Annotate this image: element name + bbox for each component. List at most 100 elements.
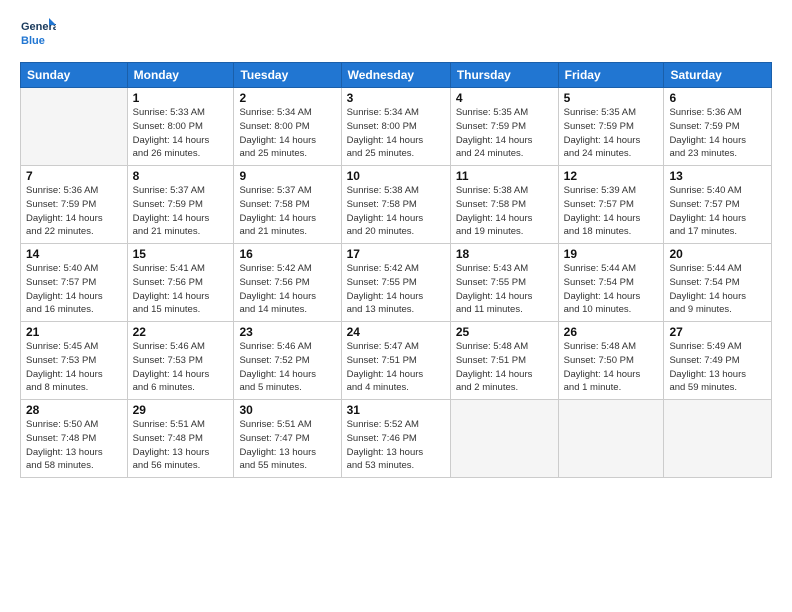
day-info: Sunrise: 5:38 AMSunset: 7:58 PMDaylight:… <box>456 184 553 239</box>
calendar-cell: 19Sunrise: 5:44 AMSunset: 7:54 PMDayligh… <box>558 244 664 322</box>
calendar-cell: 10Sunrise: 5:38 AMSunset: 7:58 PMDayligh… <box>341 166 450 244</box>
calendar-cell: 5Sunrise: 5:35 AMSunset: 7:59 PMDaylight… <box>558 88 664 166</box>
day-info: Sunrise: 5:48 AMSunset: 7:51 PMDaylight:… <box>456 340 553 395</box>
calendar-cell: 30Sunrise: 5:51 AMSunset: 7:47 PMDayligh… <box>234 400 341 478</box>
day-info: Sunrise: 5:35 AMSunset: 7:59 PMDaylight:… <box>456 106 553 161</box>
day-number: 5 <box>564 91 659 105</box>
calendar-cell: 13Sunrise: 5:40 AMSunset: 7:57 PMDayligh… <box>664 166 772 244</box>
calendar-cell <box>450 400 558 478</box>
day-number: 12 <box>564 169 659 183</box>
day-info: Sunrise: 5:40 AMSunset: 7:57 PMDaylight:… <box>669 184 766 239</box>
day-number: 25 <box>456 325 553 339</box>
day-number: 1 <box>133 91 229 105</box>
day-number: 29 <box>133 403 229 417</box>
calendar-cell: 29Sunrise: 5:51 AMSunset: 7:48 PMDayligh… <box>127 400 234 478</box>
day-info: Sunrise: 5:47 AMSunset: 7:51 PMDaylight:… <box>347 340 445 395</box>
day-number: 11 <box>456 169 553 183</box>
week-row-1: 1Sunrise: 5:33 AMSunset: 8:00 PMDaylight… <box>21 88 772 166</box>
day-info: Sunrise: 5:50 AMSunset: 7:48 PMDaylight:… <box>26 418 122 473</box>
day-number: 3 <box>347 91 445 105</box>
day-info: Sunrise: 5:39 AMSunset: 7:57 PMDaylight:… <box>564 184 659 239</box>
day-number: 4 <box>456 91 553 105</box>
calendar-cell: 16Sunrise: 5:42 AMSunset: 7:56 PMDayligh… <box>234 244 341 322</box>
day-info: Sunrise: 5:34 AMSunset: 8:00 PMDaylight:… <box>347 106 445 161</box>
calendar-cell: 11Sunrise: 5:38 AMSunset: 7:58 PMDayligh… <box>450 166 558 244</box>
day-number: 31 <box>347 403 445 417</box>
calendar-cell: 18Sunrise: 5:43 AMSunset: 7:55 PMDayligh… <box>450 244 558 322</box>
day-number: 26 <box>564 325 659 339</box>
week-row-4: 21Sunrise: 5:45 AMSunset: 7:53 PMDayligh… <box>21 322 772 400</box>
day-number: 6 <box>669 91 766 105</box>
header-wednesday: Wednesday <box>341 63 450 88</box>
day-number: 27 <box>669 325 766 339</box>
week-row-2: 7Sunrise: 5:36 AMSunset: 7:59 PMDaylight… <box>21 166 772 244</box>
day-info: Sunrise: 5:46 AMSunset: 7:52 PMDaylight:… <box>239 340 335 395</box>
calendar-cell: 7Sunrise: 5:36 AMSunset: 7:59 PMDaylight… <box>21 166 128 244</box>
calendar-header-row: SundayMondayTuesdayWednesdayThursdayFrid… <box>21 63 772 88</box>
svg-text:Blue: Blue <box>21 35 45 47</box>
day-info: Sunrise: 5:52 AMSunset: 7:46 PMDaylight:… <box>347 418 445 473</box>
day-number: 8 <box>133 169 229 183</box>
calendar-cell: 23Sunrise: 5:46 AMSunset: 7:52 PMDayligh… <box>234 322 341 400</box>
day-number: 17 <box>347 247 445 261</box>
day-info: Sunrise: 5:45 AMSunset: 7:53 PMDaylight:… <box>26 340 122 395</box>
header: General Blue <box>20 16 772 52</box>
header-friday: Friday <box>558 63 664 88</box>
day-info: Sunrise: 5:37 AMSunset: 7:59 PMDaylight:… <box>133 184 229 239</box>
day-info: Sunrise: 5:33 AMSunset: 8:00 PMDaylight:… <box>133 106 229 161</box>
day-number: 13 <box>669 169 766 183</box>
day-info: Sunrise: 5:42 AMSunset: 7:56 PMDaylight:… <box>239 262 335 317</box>
header-monday: Monday <box>127 63 234 88</box>
calendar-cell: 21Sunrise: 5:45 AMSunset: 7:53 PMDayligh… <box>21 322 128 400</box>
calendar-cell: 14Sunrise: 5:40 AMSunset: 7:57 PMDayligh… <box>21 244 128 322</box>
header-thursday: Thursday <box>450 63 558 88</box>
calendar-table: SundayMondayTuesdayWednesdayThursdayFrid… <box>20 62 772 478</box>
day-number: 19 <box>564 247 659 261</box>
calendar-cell <box>558 400 664 478</box>
day-info: Sunrise: 5:41 AMSunset: 7:56 PMDaylight:… <box>133 262 229 317</box>
day-number: 18 <box>456 247 553 261</box>
calendar-cell: 25Sunrise: 5:48 AMSunset: 7:51 PMDayligh… <box>450 322 558 400</box>
calendar-cell: 27Sunrise: 5:49 AMSunset: 7:49 PMDayligh… <box>664 322 772 400</box>
week-row-5: 28Sunrise: 5:50 AMSunset: 7:48 PMDayligh… <box>21 400 772 478</box>
day-number: 9 <box>239 169 335 183</box>
calendar-cell: 6Sunrise: 5:36 AMSunset: 7:59 PMDaylight… <box>664 88 772 166</box>
day-number: 2 <box>239 91 335 105</box>
day-info: Sunrise: 5:42 AMSunset: 7:55 PMDaylight:… <box>347 262 445 317</box>
day-number: 16 <box>239 247 335 261</box>
header-tuesday: Tuesday <box>234 63 341 88</box>
day-info: Sunrise: 5:51 AMSunset: 7:47 PMDaylight:… <box>239 418 335 473</box>
day-info: Sunrise: 5:38 AMSunset: 7:58 PMDaylight:… <box>347 184 445 239</box>
day-info: Sunrise: 5:48 AMSunset: 7:50 PMDaylight:… <box>564 340 659 395</box>
day-info: Sunrise: 5:36 AMSunset: 7:59 PMDaylight:… <box>669 106 766 161</box>
day-number: 21 <box>26 325 122 339</box>
calendar-cell: 8Sunrise: 5:37 AMSunset: 7:59 PMDaylight… <box>127 166 234 244</box>
day-number: 23 <box>239 325 335 339</box>
calendar-cell: 31Sunrise: 5:52 AMSunset: 7:46 PMDayligh… <box>341 400 450 478</box>
calendar-cell: 17Sunrise: 5:42 AMSunset: 7:55 PMDayligh… <box>341 244 450 322</box>
day-info: Sunrise: 5:40 AMSunset: 7:57 PMDaylight:… <box>26 262 122 317</box>
page: General Blue SundayMondayTuesdayWednesda… <box>0 0 792 612</box>
day-info: Sunrise: 5:46 AMSunset: 7:53 PMDaylight:… <box>133 340 229 395</box>
day-number: 14 <box>26 247 122 261</box>
header-sunday: Sunday <box>21 63 128 88</box>
calendar-cell: 28Sunrise: 5:50 AMSunset: 7:48 PMDayligh… <box>21 400 128 478</box>
logo: General Blue <box>20 16 56 52</box>
day-number: 30 <box>239 403 335 417</box>
day-number: 7 <box>26 169 122 183</box>
week-row-3: 14Sunrise: 5:40 AMSunset: 7:57 PMDayligh… <box>21 244 772 322</box>
day-info: Sunrise: 5:49 AMSunset: 7:49 PMDaylight:… <box>669 340 766 395</box>
day-number: 20 <box>669 247 766 261</box>
day-info: Sunrise: 5:34 AMSunset: 8:00 PMDaylight:… <box>239 106 335 161</box>
day-info: Sunrise: 5:37 AMSunset: 7:58 PMDaylight:… <box>239 184 335 239</box>
day-number: 22 <box>133 325 229 339</box>
header-saturday: Saturday <box>664 63 772 88</box>
day-info: Sunrise: 5:43 AMSunset: 7:55 PMDaylight:… <box>456 262 553 317</box>
day-number: 10 <box>347 169 445 183</box>
calendar-cell: 2Sunrise: 5:34 AMSunset: 8:00 PMDaylight… <box>234 88 341 166</box>
day-number: 15 <box>133 247 229 261</box>
logo-svg: General Blue <box>20 16 56 52</box>
calendar-cell: 20Sunrise: 5:44 AMSunset: 7:54 PMDayligh… <box>664 244 772 322</box>
calendar-cell <box>21 88 128 166</box>
day-number: 24 <box>347 325 445 339</box>
